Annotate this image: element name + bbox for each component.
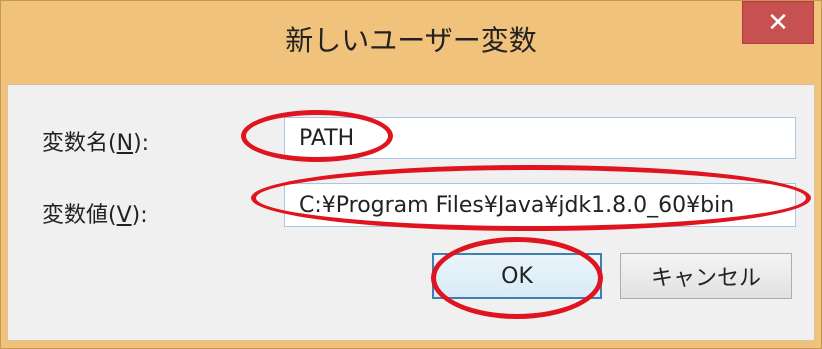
variable-value-label: 変数値(V): xyxy=(42,203,148,228)
ok-button-label: OK xyxy=(501,263,533,289)
cancel-button[interactable]: キャンセル xyxy=(620,253,792,299)
variable-name-field[interactable]: PATH xyxy=(284,117,796,159)
variable-name-label: 変数名(N): xyxy=(42,131,150,156)
dialog-body: 変数名(N): PATH 変数値(V): C:¥Program Files¥Ja… xyxy=(7,84,815,341)
ok-button[interactable]: OK xyxy=(432,253,602,299)
accesskey-n: N xyxy=(116,131,134,156)
close-icon: ✕ xyxy=(767,7,789,38)
variable-value-value: C:¥Program Files¥Java¥jdk1.8.0_60¥bin xyxy=(299,192,735,218)
dialog-window: 新しいユーザー変数 ✕ 変数名(N): PATH 変数値(V): C:¥Prog… xyxy=(0,0,822,349)
accesskey-v: V xyxy=(116,203,132,228)
title-bar[interactable]: 新しいユーザー変数 ✕ xyxy=(1,1,821,81)
variable-value-field[interactable]: C:¥Program Files¥Java¥jdk1.8.0_60¥bin xyxy=(284,183,796,227)
close-button[interactable]: ✕ xyxy=(742,1,814,44)
dialog-title: 新しいユーザー変数 xyxy=(285,24,537,57)
variable-name-value: PATH xyxy=(299,125,355,151)
cancel-button-label: キャンセル xyxy=(650,266,761,291)
